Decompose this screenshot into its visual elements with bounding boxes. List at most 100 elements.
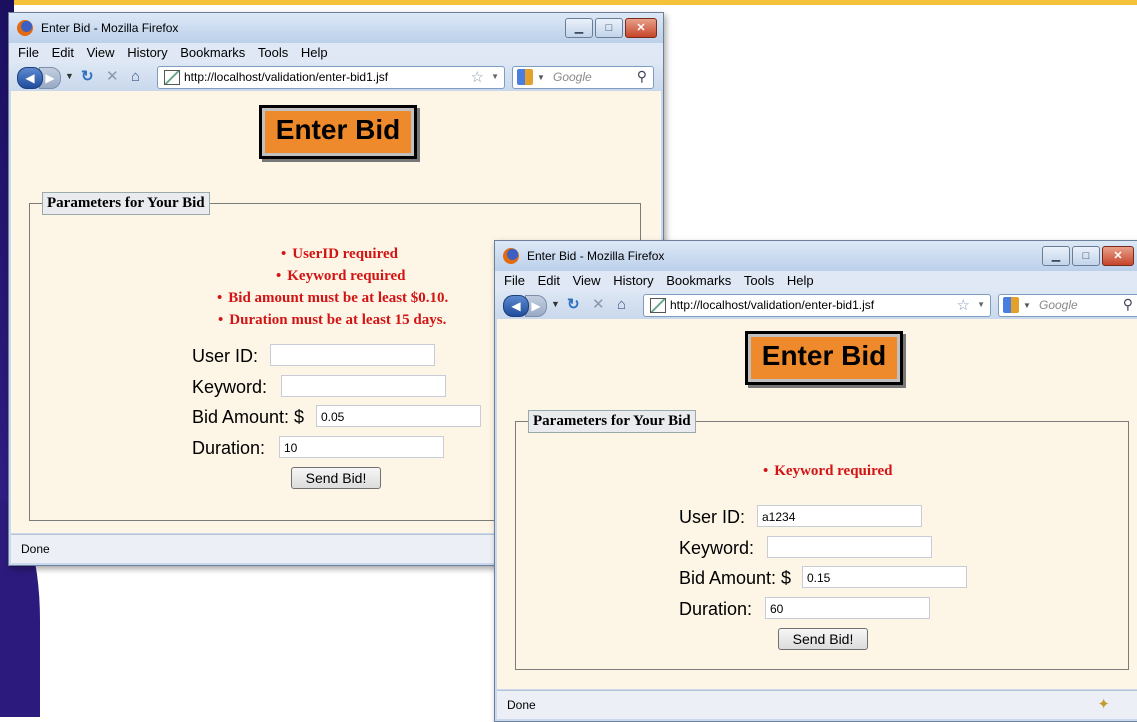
- page-heading-box: Enter Bid: [745, 331, 903, 385]
- user-id-input[interactable]: a1234: [757, 505, 922, 527]
- page-heading: Enter Bid: [275, 114, 401, 145]
- url-dropdown-icon[interactable]: ▼: [491, 72, 499, 81]
- url-text: http://localhost/validation/enter-bid1.j…: [670, 298, 875, 312]
- url-dropdown-icon[interactable]: ▼: [977, 300, 985, 309]
- google-icon[interactable]: [517, 69, 533, 85]
- url-text: http://localhost/validation/enter-bid1.j…: [184, 70, 389, 84]
- history-dropdown-icon[interactable]: ▼: [65, 71, 74, 81]
- window-controls: ▁ □ ✕: [565, 18, 657, 38]
- browser-window-2[interactable]: Enter Bid - Mozilla Firefox ▁ □ ✕ File E…: [494, 240, 1137, 722]
- search-icon[interactable]: ⚲: [637, 68, 647, 85]
- duration-input[interactable]: 10: [279, 436, 444, 458]
- menu-edit[interactable]: Edit: [52, 43, 74, 63]
- slide-top-accent: [0, 0, 1137, 5]
- error-message: Bid amount must be at least $0.10.: [217, 290, 448, 307]
- menu-history[interactable]: History: [127, 43, 167, 63]
- fieldset-legend: Parameters for Your Bid: [42, 192, 210, 215]
- forward-icon: ▶: [45, 71, 55, 85]
- minimize-button[interactable]: ▁: [1042, 246, 1070, 266]
- menu-help[interactable]: Help: [787, 271, 814, 291]
- window-title: Enter Bid - Mozilla Firefox: [41, 21, 179, 35]
- reload-icon[interactable]: ↻: [567, 296, 580, 314]
- duration-input[interactable]: 60: [765, 597, 930, 619]
- menu-tools[interactable]: Tools: [744, 271, 774, 291]
- bid-amount-label: Bid Amount: $: [192, 407, 305, 427]
- send-bid-button[interactable]: Send Bid!: [291, 467, 381, 489]
- minimize-icon: ▁: [1051, 250, 1061, 262]
- search-placeholder: Google: [1039, 298, 1078, 312]
- fieldset-legend: Parameters for Your Bid: [528, 410, 696, 433]
- close-icon: ✕: [1113, 250, 1123, 262]
- maximize-button[interactable]: □: [1072, 246, 1100, 266]
- search-engine-dropdown-icon[interactable]: ▼: [1023, 301, 1031, 310]
- menu-file[interactable]: File: [18, 43, 39, 63]
- menu-bar: File Edit View History Bookmarks Tools H…: [9, 43, 663, 63]
- duration-label: Duration:: [192, 438, 266, 458]
- bid-amount-label: Bid Amount: $: [679, 568, 792, 588]
- menu-file[interactable]: File: [504, 271, 525, 291]
- navigation-toolbar: ▶ ◀ ▼ ↻ ✕ ⌂ http://localhost/validation/…: [9, 63, 663, 91]
- title-bar[interactable]: Enter Bid - Mozilla Firefox ▁ □ ✕: [9, 13, 663, 43]
- search-icon[interactable]: ⚲: [1123, 296, 1133, 313]
- search-bar[interactable]: ▼ Google ⚲: [998, 294, 1137, 317]
- reload-icon[interactable]: ↻: [81, 68, 94, 86]
- error-message: Keyword required: [763, 463, 892, 480]
- bid-amount-input[interactable]: 0.05: [316, 405, 481, 427]
- addon-icon[interactable]: ✦: [1097, 695, 1110, 713]
- status-bar: Done ✦: [497, 690, 1137, 719]
- stop-icon[interactable]: ✕: [592, 296, 605, 314]
- site-icon: [164, 70, 180, 85]
- window-controls: ▁ □ ✕: [1042, 246, 1134, 266]
- stop-icon[interactable]: ✕: [106, 68, 119, 86]
- maximize-icon: □: [605, 22, 613, 34]
- close-icon: ✕: [636, 22, 646, 34]
- menu-history[interactable]: History: [613, 271, 653, 291]
- keyword-input[interactable]: [767, 536, 932, 558]
- maximize-button[interactable]: □: [595, 18, 623, 38]
- bookmark-star-icon[interactable]: ☆: [957, 296, 970, 314]
- back-button[interactable]: ◀: [503, 295, 529, 317]
- menu-bookmarks[interactable]: Bookmarks: [666, 271, 731, 291]
- home-icon[interactable]: ⌂: [617, 296, 626, 314]
- minimize-button[interactable]: ▁: [565, 18, 593, 38]
- page-content: Enter Bid Parameters for Your Bid Keywor…: [497, 319, 1137, 689]
- back-button[interactable]: ◀: [17, 67, 43, 89]
- menu-tools[interactable]: Tools: [258, 43, 288, 63]
- user-id-label: User ID:: [679, 507, 746, 527]
- minimize-icon: ▁: [574, 22, 584, 34]
- firefox-icon: [503, 248, 519, 264]
- navigation-toolbar: ▶ ◀ ▼ ↻ ✕ ⌂ http://localhost/validation/…: [495, 291, 1137, 319]
- search-placeholder: Google: [553, 70, 592, 84]
- menu-bookmarks[interactable]: Bookmarks: [180, 43, 245, 63]
- title-bar[interactable]: Enter Bid - Mozilla Firefox ▁ □ ✕: [495, 241, 1137, 271]
- search-bar[interactable]: ▼ Google ⚲: [512, 66, 654, 89]
- address-bar[interactable]: http://localhost/validation/enter-bid1.j…: [643, 294, 991, 317]
- status-text: Done: [21, 542, 50, 556]
- home-icon[interactable]: ⌂: [131, 68, 140, 86]
- address-bar[interactable]: http://localhost/validation/enter-bid1.j…: [157, 66, 505, 89]
- menu-view[interactable]: View: [573, 271, 601, 291]
- bookmark-star-icon[interactable]: ☆: [471, 68, 484, 86]
- close-button[interactable]: ✕: [1102, 246, 1134, 266]
- window-title: Enter Bid - Mozilla Firefox: [527, 249, 665, 263]
- back-icon: ◀: [511, 299, 521, 313]
- google-icon[interactable]: [1003, 297, 1019, 313]
- close-button[interactable]: ✕: [625, 18, 657, 38]
- search-engine-dropdown-icon[interactable]: ▼: [537, 73, 545, 82]
- send-bid-button[interactable]: Send Bid!: [778, 628, 868, 650]
- history-dropdown-icon[interactable]: ▼: [551, 299, 560, 309]
- menu-bar: File Edit View History Bookmarks Tools H…: [495, 271, 1137, 291]
- site-icon: [650, 298, 666, 313]
- forward-icon: ▶: [531, 299, 541, 313]
- page-heading-box: Enter Bid: [259, 105, 417, 159]
- keyword-input[interactable]: [281, 375, 446, 397]
- menu-help[interactable]: Help: [301, 43, 328, 63]
- user-id-input[interactable]: [270, 344, 435, 366]
- keyword-label: Keyword:: [192, 377, 268, 397]
- bid-amount-input[interactable]: 0.15: [802, 566, 967, 588]
- duration-label: Duration:: [679, 599, 753, 619]
- menu-view[interactable]: View: [87, 43, 115, 63]
- menu-edit[interactable]: Edit: [538, 271, 560, 291]
- firefox-icon: [17, 20, 33, 36]
- maximize-icon: □: [1082, 250, 1090, 262]
